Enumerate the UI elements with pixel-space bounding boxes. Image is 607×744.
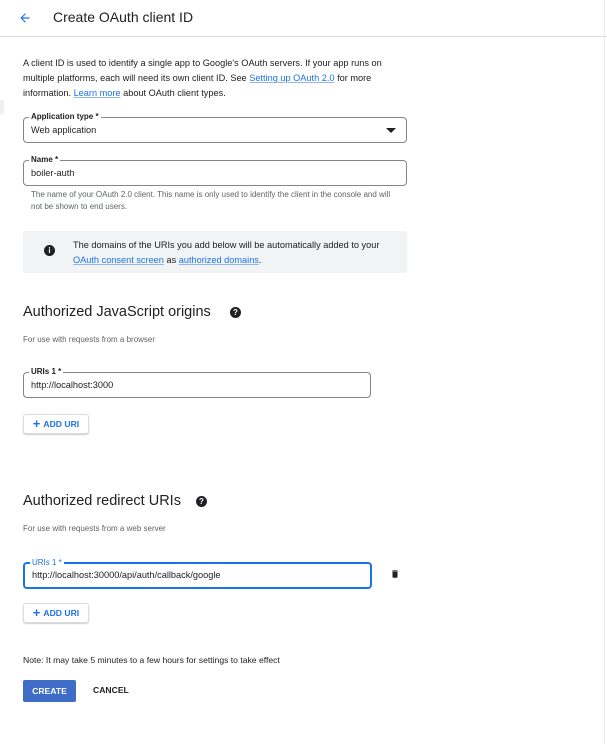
info-banner: i The domains of the URIs you add below … — [23, 231, 407, 273]
info-text: The domains of the URIs you add below wi… — [73, 240, 380, 265]
arrow-back-icon — [20, 13, 30, 23]
help-icon[interactable]: ? — [196, 496, 207, 507]
redirect-uri-value: http://localhost:30000/api/auth/callback… — [32, 570, 221, 580]
js-origin-uri-label: URIs 1 * — [29, 367, 64, 377]
setting-up-oauth-link[interactable]: Setting up OAuth 2.0 — [249, 73, 334, 83]
name-label: Name * — [29, 155, 61, 165]
background-strip — [0, 100, 4, 114]
redirect-uris-title: Authorized redirect URIs — [23, 493, 181, 509]
js-origins-title: Authorized JavaScript origins — [23, 304, 211, 320]
page-title: Create OAuth client ID — [53, 9, 194, 25]
add-js-origin-uri-button[interactable]: + ADD URI — [23, 414, 89, 434]
intro-text: A client ID is used to identify a single… — [23, 58, 382, 98]
page-header: Create OAuth client ID — [0, 0, 607, 37]
create-button[interactable]: CREATE — [23, 680, 76, 702]
redirect-uri-field[interactable]: URIs 1 * http://localhost:30000/api/auth… — [23, 558, 372, 589]
redirect-uri-label: URIs 1 * — [30, 558, 64, 568]
oauth-consent-screen-link[interactable]: OAuth consent screen — [73, 255, 164, 265]
plus-icon: + — [32, 605, 41, 620]
js-origin-uri-value: http://localhost:3000 — [31, 380, 114, 390]
application-type-select[interactable]: Application type * Web application — [23, 112, 407, 143]
authorized-domains-link[interactable]: authorized domains — [179, 255, 259, 265]
js-origins-subtitle: For use with requests from a browser — [23, 335, 156, 344]
js-origin-uri-field[interactable]: URIs 1 * http://localhost:3000 — [23, 367, 371, 398]
name-helper-text: The name of your OAuth 2.0 client. This … — [31, 190, 391, 211]
info-icon: i — [44, 245, 55, 256]
delete-icon[interactable] — [390, 568, 400, 580]
chevron-down-icon — [386, 128, 396, 133]
application-type-label: Application type * — [29, 112, 101, 122]
plus-icon: + — [32, 416, 41, 431]
application-type-value: Web application — [31, 125, 97, 135]
name-field[interactable]: Name * boiler-auth — [23, 155, 407, 186]
add-redirect-uri-button[interactable]: + ADD URI — [23, 603, 89, 623]
settings-note: Note: It may take 5 minutes to a few hou… — [23, 655, 280, 665]
panel-edge — [604, 0, 605, 744]
redirect-uris-subtitle: For use with requests from a web server — [23, 524, 166, 533]
help-icon[interactable]: ? — [230, 307, 241, 318]
back-button[interactable] — [13, 6, 37, 30]
name-value: boiler-auth — [31, 168, 75, 178]
cancel-button[interactable]: CANCEL — [93, 685, 129, 695]
learn-more-link[interactable]: Learn more — [74, 88, 121, 98]
